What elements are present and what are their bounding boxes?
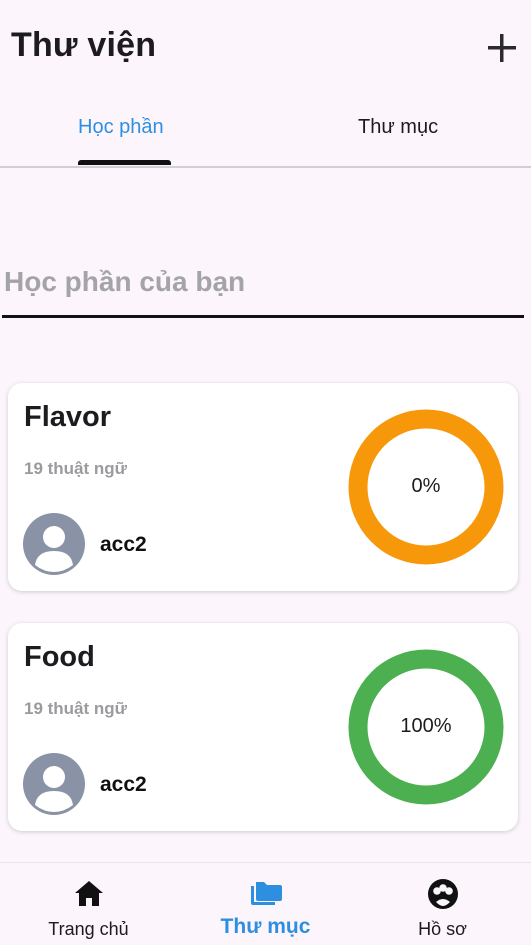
term-count: 19 thuật ngữ: [24, 459, 127, 478]
nav-item-profile[interactable]: Hồ sơ: [354, 863, 531, 945]
home-icon: [74, 881, 103, 906]
progress-label: 0%: [411, 475, 441, 497]
app-header: Thư viện: [0, 0, 531, 96]
nav-label: Thư mục: [220, 915, 311, 938]
owner-username: acc2: [100, 773, 147, 796]
study-set-name: Food: [24, 641, 95, 673]
progress-label: 100%: [400, 715, 452, 737]
study-set-name: Flavor: [24, 401, 112, 433]
search-field: [2, 255, 526, 318]
term-count: 19 thuật ngữ: [24, 699, 127, 718]
study-set-card-food[interactable]: Food 19 thuật ngữ acc2 100%: [8, 623, 518, 831]
page-title: Thư viện: [11, 26, 157, 64]
profile-icon: [427, 879, 458, 909]
nav-item-home[interactable]: Trang chủ: [0, 863, 177, 945]
study-set-card-flavor[interactable]: Flavor 19 thuật ngữ acc2 0%: [8, 383, 518, 591]
avatar-icon: [23, 753, 85, 815]
nav-label: Hồ sơ: [418, 919, 467, 939]
owner-username: acc2: [100, 533, 147, 556]
plus-icon[interactable]: [484, 30, 520, 66]
avatar-icon: [23, 513, 85, 575]
tab-bar: Học phần Thư mục: [0, 100, 531, 168]
nav-item-folder[interactable]: Thư mục: [177, 863, 354, 945]
folder-icon: [250, 882, 282, 905]
nav-label: Trang chủ: [48, 919, 129, 939]
search-input[interactable]: [2, 259, 526, 305]
tab-hoc-phan[interactable]: Học phần: [78, 116, 164, 139]
tab-thu-muc[interactable]: Thư mục: [358, 116, 438, 139]
active-tab-indicator: [78, 160, 171, 165]
bottom-navigation: Trang chủ Thư mục Hồ sơ: [0, 862, 531, 945]
